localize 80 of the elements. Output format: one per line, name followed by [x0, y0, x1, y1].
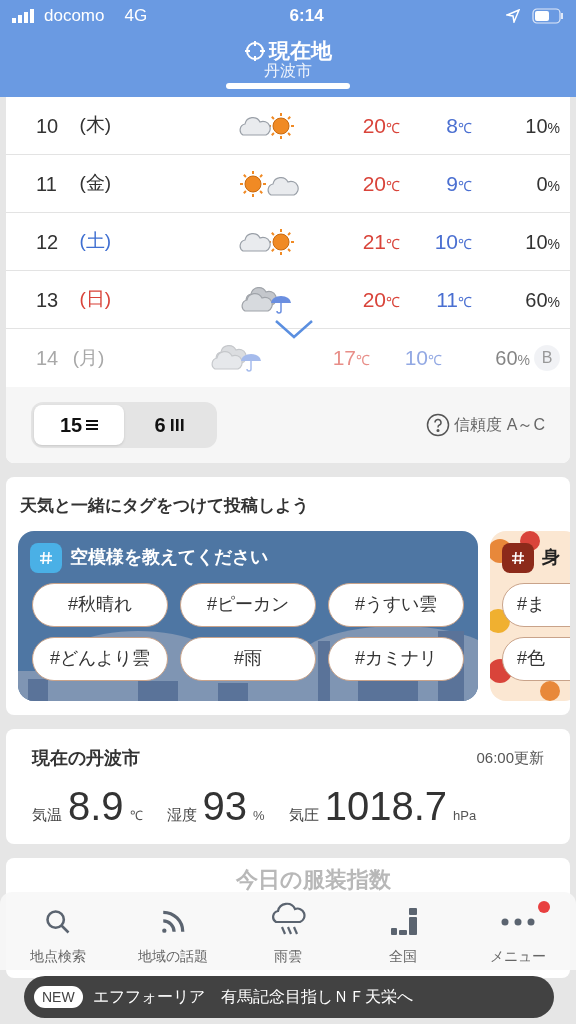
- tag-chip[interactable]: #雨: [180, 636, 316, 681]
- tag-chip[interactable]: #秋晴れ: [32, 582, 168, 627]
- precip-chance: 60%: [524, 287, 560, 313]
- view-toggle-option[interactable]: 6: [124, 405, 214, 445]
- high-temp: 20℃: [361, 286, 400, 313]
- columns-icon: [169, 419, 184, 431]
- clock: 6:14: [289, 5, 324, 28]
- day-number: 13: [36, 287, 60, 313]
- card-title: 今日の服装指数: [235, 866, 391, 894]
- day-number: 12: [36, 229, 60, 255]
- signal-icon: [12, 9, 36, 23]
- tag-chip[interactable]: #うすい雲: [328, 582, 464, 627]
- carrier-name: docomo: [44, 5, 105, 28]
- location-title: 現在地: [268, 40, 332, 61]
- network-type: 4G: [124, 5, 148, 28]
- tag-card-title: 空模様を教えてください: [70, 546, 268, 569]
- tag-chip[interactable]: #カミナリ: [328, 636, 464, 681]
- weekday: (土): [79, 229, 113, 254]
- current-title: 現在の丹波市: [32, 746, 140, 770]
- low-temp: 8℃: [445, 112, 472, 139]
- low-temp: 9℃: [445, 170, 472, 197]
- precip-chance: 0%: [535, 171, 560, 197]
- reading-value: 93: [202, 785, 248, 826]
- search-icon: [43, 908, 72, 936]
- location-arrow-icon: [506, 9, 520, 23]
- reading-label: 湿度: [166, 804, 197, 825]
- more-icon: [500, 917, 537, 927]
- tag-chip[interactable]: #ま: [502, 582, 570, 627]
- day-number: 14: [36, 346, 60, 371]
- list-icon: [86, 419, 99, 431]
- tag-chip[interactable]: #ピーカン: [180, 582, 316, 627]
- reliability-grade: B: [534, 345, 560, 371]
- rss-icon: [159, 909, 186, 935]
- weekday: (日): [79, 287, 113, 312]
- tag-chip[interactable]: #どんより雲: [32, 636, 168, 681]
- reading-value: 1018.7: [324, 785, 447, 826]
- hashtag-icon: [39, 550, 53, 565]
- news-headline: エフフォーリア 有馬記念目指しＮＦ天栄へ: [92, 987, 413, 1007]
- reading-unit: %: [253, 806, 265, 825]
- reading-label: 気温: [32, 804, 62, 825]
- crosshair-icon: [244, 40, 265, 61]
- precip-chance: 10%: [524, 229, 560, 255]
- battery-icon: [532, 8, 564, 24]
- nav-item[interactable]: 全国: [353, 895, 454, 967]
- tags-section-title: 天気と一緒にタグをつけて投稿しよう: [19, 495, 310, 517]
- view-toggle-option[interactable]: 15: [34, 405, 124, 445]
- weekday: (木): [79, 113, 113, 138]
- high-temp: 20℃: [361, 170, 400, 197]
- tag-card[interactable]: 空模様を教えてください #秋晴れ #ピーカン #うすい雲 #どんより雲 #雨 #カミナリ: [18, 530, 478, 701]
- reading-unit: hPa: [453, 806, 477, 825]
- weekday: (月): [72, 345, 106, 370]
- chevron-down-icon[interactable]: [274, 319, 314, 339]
- reading-value: 8.9: [68, 785, 124, 826]
- reading-unit: ℃: [129, 806, 143, 825]
- high-temp: 20℃: [361, 112, 400, 139]
- nav-item[interactable]: 地域の話題: [122, 895, 223, 967]
- low-temp: 11℃: [435, 286, 472, 313]
- new-badge: NEW: [34, 986, 83, 1008]
- nav-item[interactable]: メニュー: [468, 895, 569, 967]
- updated-time: 06:00更新: [476, 747, 544, 768]
- low-temp: 10℃: [433, 228, 472, 255]
- nav-item[interactable]: 地点検索: [7, 895, 108, 967]
- hashtag-icon: [511, 550, 525, 565]
- help-icon[interactable]: [426, 413, 451, 437]
- high-temp: 17℃: [331, 345, 370, 372]
- precip-chance: 10%: [524, 113, 560, 139]
- day-number: 11: [36, 171, 58, 197]
- low-temp: 10℃: [403, 345, 442, 372]
- tag-card-title: 身: [542, 546, 560, 569]
- high-temp: 21℃: [361, 228, 400, 255]
- location-subtitle: 丹波市: [264, 62, 312, 81]
- nav-item[interactable]: 雨雲: [237, 895, 338, 967]
- precip-chance: 60%: [494, 346, 530, 371]
- tag-chip[interactable]: #色: [502, 636, 570, 681]
- reading-label: 気圧: [288, 804, 319, 825]
- news-ticker[interactable]: NEW エフフォーリア 有馬記念目指しＮＦ天栄へ: [24, 976, 554, 1018]
- weekday: (金): [79, 171, 113, 196]
- reliability-label: 信頼度 A～C: [454, 415, 545, 435]
- day-number: 10: [36, 113, 60, 139]
- tag-card[interactable]: 身 #ま #色: [490, 530, 570, 701]
